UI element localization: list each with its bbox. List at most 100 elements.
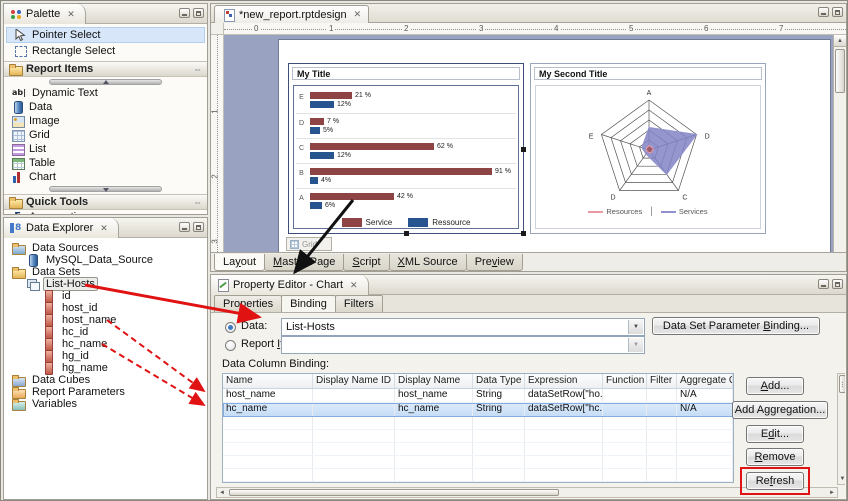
add-button[interactable]: Add... xyxy=(746,377,804,395)
data-set-parameter-binding-button[interactable]: Data Set Parameter Binding... xyxy=(652,317,820,335)
scroll-down-icon[interactable]: ▼ xyxy=(838,475,845,483)
tab-script[interactable]: Script xyxy=(343,254,389,271)
tab-layout[interactable]: Layout xyxy=(214,254,265,271)
column-header-data-type[interactable]: Data Type xyxy=(473,374,525,388)
palette-view-tab[interactable]: Palette ✕ xyxy=(4,4,86,24)
tab-master-page[interactable]: Master Page xyxy=(264,254,344,271)
minimize-icon[interactable] xyxy=(179,222,190,232)
palette-section-report-items[interactable]: Report Items⇔ xyxy=(4,61,207,77)
table-cell: dataSetRow["hc... xyxy=(525,403,603,416)
column-icon xyxy=(42,338,55,350)
tree-item-data-sets[interactable]: Data Sets xyxy=(4,266,207,278)
binding-row-hc-name[interactable]: hc_namehc_nameStringdataSetRow["hc...N/A xyxy=(223,403,733,417)
data-set-combo[interactable]: List-Hosts ▼ xyxy=(281,318,645,336)
collapse-icon[interactable]: ⇔ xyxy=(193,64,202,74)
radar-category-label: E xyxy=(589,134,594,141)
property-editor-view-tab[interactable]: Property Editor - Chart ✕ xyxy=(211,275,369,295)
bar-service xyxy=(310,193,394,200)
maximize-icon[interactable] xyxy=(193,222,204,232)
chevron-down-icon[interactable]: ▼ xyxy=(628,338,643,352)
tree-item-mysql-data-source[interactable]: MySQL_Data_Source xyxy=(4,254,207,266)
table-cell xyxy=(473,456,525,468)
palette-item-data[interactable]: Data xyxy=(4,100,207,114)
palette-tool-pointer-select[interactable]: Pointer Select xyxy=(6,27,205,43)
column-header-expression[interactable]: Expression xyxy=(525,374,603,388)
bar-chart[interactable]: My Title E21 %12%D7 %5%C62 %12%B91 %4%A4… xyxy=(288,63,524,234)
bar-category-label: E xyxy=(296,94,307,101)
scrollbar-thumb[interactable] xyxy=(839,375,845,393)
maximize-icon[interactable] xyxy=(193,8,204,18)
close-icon[interactable]: ✕ xyxy=(100,223,108,234)
palette-item-chart[interactable]: Chart xyxy=(4,170,207,184)
column-header-name[interactable]: Name xyxy=(223,374,313,388)
selection-handle[interactable] xyxy=(521,147,526,152)
minimize-icon[interactable] xyxy=(818,279,829,289)
report-item-radio[interactable] xyxy=(225,340,236,351)
column-header-filter[interactable]: Filter xyxy=(647,374,677,388)
bar-value-label: 12% xyxy=(337,152,351,159)
data-radio[interactable] xyxy=(225,322,236,333)
minimize-icon[interactable] xyxy=(818,7,829,17)
data-explorer-view-tab[interactable]: Data Explorer ✕ xyxy=(4,218,119,238)
selection-handle[interactable] xyxy=(521,231,526,236)
palette-item-list[interactable]: List xyxy=(4,142,207,156)
table-cell xyxy=(223,417,313,429)
tab-preview[interactable]: Preview xyxy=(466,254,523,271)
tab-filters[interactable]: Filters xyxy=(335,295,383,312)
column-header-display-name[interactable]: Display Name xyxy=(395,374,473,388)
tree-item-list-hosts[interactable]: List-Hosts xyxy=(4,278,207,290)
remove-button[interactable]: Remove xyxy=(746,448,804,466)
scroll-right-icon[interactable]: ► xyxy=(827,489,837,497)
tree-item-hc-name[interactable]: hc_name xyxy=(4,338,207,350)
canvas-vertical-scrollbar[interactable]: ▲ xyxy=(833,35,846,252)
tree-item-variables[interactable]: Variables xyxy=(4,398,207,410)
scrollbar-thumb[interactable] xyxy=(229,489,559,496)
selection-handle[interactable] xyxy=(404,231,409,236)
scroll-up-icon[interactable]: ▲ xyxy=(834,35,846,47)
maximize-icon[interactable] xyxy=(832,7,843,17)
data-icon xyxy=(11,101,24,113)
editor-tab-new-report[interactable]: *new_report.rptdesign ✕ xyxy=(214,5,369,23)
radar-chart[interactable]: My Second Title ADCDE Resources|Services xyxy=(530,63,766,234)
minimize-icon[interactable] xyxy=(179,8,190,18)
bar-ressource xyxy=(310,152,334,159)
report-item-combo[interactable]: ▼ xyxy=(281,336,645,354)
column-header-display-name-id[interactable]: Display Name ID xyxy=(313,374,395,388)
edit-button[interactable]: Edit... xyxy=(746,425,804,443)
palette-item-table[interactable]: Table xyxy=(4,156,207,170)
palette-item-aggregation[interactable]: ΣAggregation xyxy=(4,210,207,214)
scrollbar-thumb[interactable] xyxy=(835,49,845,93)
palette-scroll-down[interactable] xyxy=(49,186,162,192)
legend-item-services: Services xyxy=(661,207,708,216)
add-aggregation-button[interactable]: Add Aggregation... xyxy=(732,401,828,419)
binding-row-host-name[interactable]: host_namehost_nameStringdataSetRow["ho..… xyxy=(223,389,733,403)
palette-item-dynamic-text[interactable]: ab|Dynamic Text xyxy=(4,86,207,100)
tree-item-id[interactable]: id xyxy=(4,290,207,302)
column-header-aggregate-on[interactable]: Aggregate On xyxy=(677,374,733,388)
ruler-number: 2 xyxy=(211,174,220,178)
palette-scroll-up[interactable] xyxy=(49,79,162,85)
chevron-down-icon[interactable]: ▼ xyxy=(628,320,643,334)
palette-item-grid[interactable]: Grid xyxy=(4,128,207,142)
close-icon[interactable]: ✕ xyxy=(354,9,362,20)
palette-icon xyxy=(9,8,22,20)
table-cell xyxy=(313,456,395,468)
grid-element-tab[interactable]: Grid xyxy=(286,237,332,251)
close-icon[interactable]: ✕ xyxy=(67,9,75,20)
tree-item-host-name[interactable]: host_name xyxy=(4,314,207,326)
collapse-icon[interactable]: ⇔ xyxy=(193,197,202,207)
layout-canvas[interactable]: My Title E21 %12%D7 %5%C62 %12%B91 %4%A4… xyxy=(224,35,846,252)
close-icon[interactable]: ✕ xyxy=(350,280,358,291)
tab-properties[interactable]: Properties xyxy=(214,295,282,312)
report-page[interactable]: My Title E21 %12%D7 %5%C62 %12%B91 %4%A4… xyxy=(278,39,831,252)
panel-vertical-scrollbar[interactable]: ▼ xyxy=(837,373,845,485)
tab-xml-source[interactable]: XML Source xyxy=(389,254,467,271)
scroll-left-icon[interactable]: ◄ xyxy=(217,489,227,497)
tab-binding[interactable]: Binding xyxy=(281,295,336,312)
palette-section-quick-tools[interactable]: Quick Tools⇔ xyxy=(4,194,207,210)
radar-svg: ADCDE xyxy=(536,88,761,206)
maximize-icon[interactable] xyxy=(832,279,843,289)
palette-tool-rectangle-select[interactable]: Rectangle Select xyxy=(6,43,205,59)
palette-item-image[interactable]: Image xyxy=(4,114,207,128)
column-header-function[interactable]: Function xyxy=(603,374,647,388)
